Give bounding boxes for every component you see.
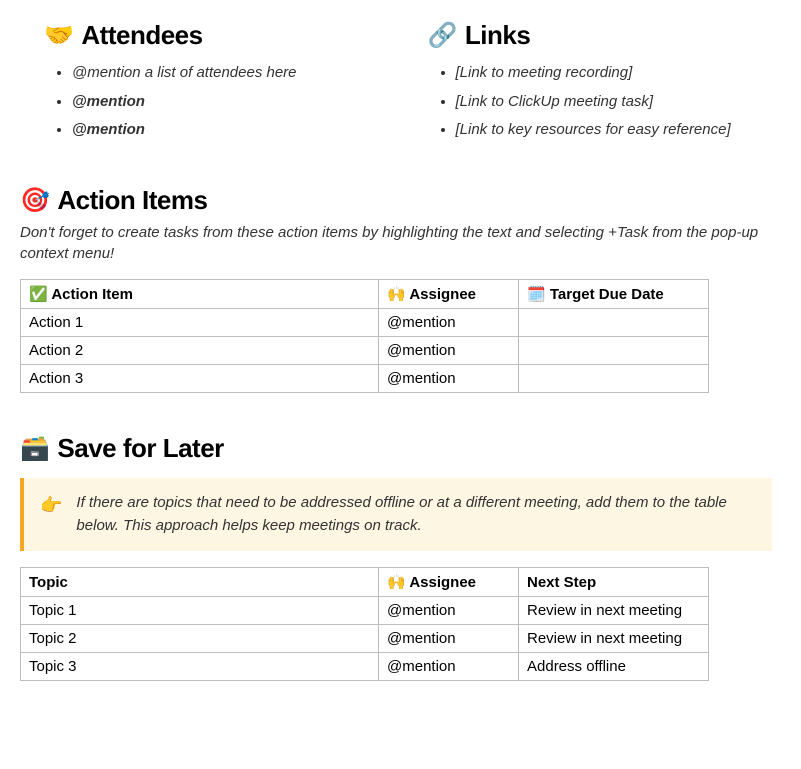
- cell-assignee[interactable]: @mention: [379, 365, 519, 393]
- check-icon: ✅: [29, 286, 48, 303]
- calendar-icon: 🗓️: [527, 286, 546, 303]
- list-item[interactable]: @mention a list of attendees here: [72, 59, 398, 88]
- cell-assignee[interactable]: @mention: [379, 625, 519, 653]
- attendees-title: Attendees: [81, 20, 202, 51]
- raised-hands-icon: 🙌: [387, 286, 406, 303]
- attendees-list: @mention a list of attendees here @menti…: [44, 59, 398, 145]
- cell-topic[interactable]: Topic 2: [21, 625, 379, 653]
- table-row[interactable]: Action 1 @mention: [21, 309, 709, 337]
- cell-action-item[interactable]: Action 2: [21, 337, 379, 365]
- handshake-icon: 🤝: [44, 21, 73, 50]
- links-list: [Link to meeting recording] [Link to Cli…: [428, 59, 782, 145]
- list-item[interactable]: @mention: [72, 88, 398, 117]
- table-header: Next Step: [519, 568, 709, 597]
- filebox-icon: 🗃️: [20, 434, 49, 463]
- table-row[interactable]: Action 2 @mention: [21, 337, 709, 365]
- list-item[interactable]: [Link to ClickUp meeting task]: [456, 88, 782, 117]
- target-icon: 🎯: [20, 186, 49, 215]
- cell-due[interactable]: [519, 309, 709, 337]
- save-later-table: Topic 🙌 Assignee Next Step Topic 1 @ment…: [20, 567, 709, 681]
- action-items-title: Action Items: [57, 185, 207, 216]
- action-items-hint: Don't forget to create tasks from these …: [20, 222, 781, 266]
- pointing-right-icon: 👉: [40, 492, 62, 537]
- table-header: ✅ Action Item: [21, 280, 379, 309]
- cell-assignee[interactable]: @mention: [379, 653, 519, 681]
- action-items-table: ✅ Action Item 🙌 Assignee 🗓️ Target Due D…: [20, 279, 709, 393]
- table-row[interactable]: Action 3 @mention: [21, 365, 709, 393]
- table-row[interactable]: Topic 2 @mention Review in next meeting: [21, 625, 709, 653]
- list-item[interactable]: @mention: [72, 116, 398, 145]
- list-item[interactable]: [Link to key resources for easy referenc…: [456, 116, 782, 145]
- attendees-heading: 🤝 Attendees: [44, 20, 398, 51]
- cell-next[interactable]: Review in next meeting: [519, 625, 709, 653]
- cell-due[interactable]: [519, 337, 709, 365]
- action-items-heading: 🎯 Action Items: [20, 185, 781, 216]
- table-row[interactable]: Topic 1 @mention Review in next meeting: [21, 597, 709, 625]
- cell-assignee[interactable]: @mention: [379, 337, 519, 365]
- cell-next[interactable]: Address offline: [519, 653, 709, 681]
- table-header: 🗓️ Target Due Date: [519, 280, 709, 309]
- cell-assignee[interactable]: @mention: [379, 597, 519, 625]
- table-header: 🙌 Assignee: [379, 280, 519, 309]
- table-header: Topic: [21, 568, 379, 597]
- callout-text: If there are topics that need to be addr…: [76, 492, 756, 537]
- raised-hands-icon: 🙌: [387, 574, 406, 591]
- save-later-heading: 🗃️ Save for Later: [20, 433, 781, 464]
- save-later-title: Save for Later: [57, 433, 223, 464]
- cell-due[interactable]: [519, 365, 709, 393]
- cell-topic[interactable]: Topic 1: [21, 597, 379, 625]
- cell-assignee[interactable]: @mention: [379, 309, 519, 337]
- table-header: 🙌 Assignee: [379, 568, 519, 597]
- cell-action-item[interactable]: Action 3: [21, 365, 379, 393]
- cell-topic[interactable]: Topic 3: [21, 653, 379, 681]
- list-item[interactable]: [Link to meeting recording]: [456, 59, 782, 88]
- table-row[interactable]: Topic 3 @mention Address offline: [21, 653, 709, 681]
- cell-next[interactable]: Review in next meeting: [519, 597, 709, 625]
- links-heading: 🔗 Links: [428, 20, 782, 51]
- link-icon: 🔗: [428, 21, 457, 50]
- links-title: Links: [465, 20, 530, 51]
- cell-action-item[interactable]: Action 1: [21, 309, 379, 337]
- save-later-callout: 👉 If there are topics that need to be ad…: [20, 478, 772, 551]
